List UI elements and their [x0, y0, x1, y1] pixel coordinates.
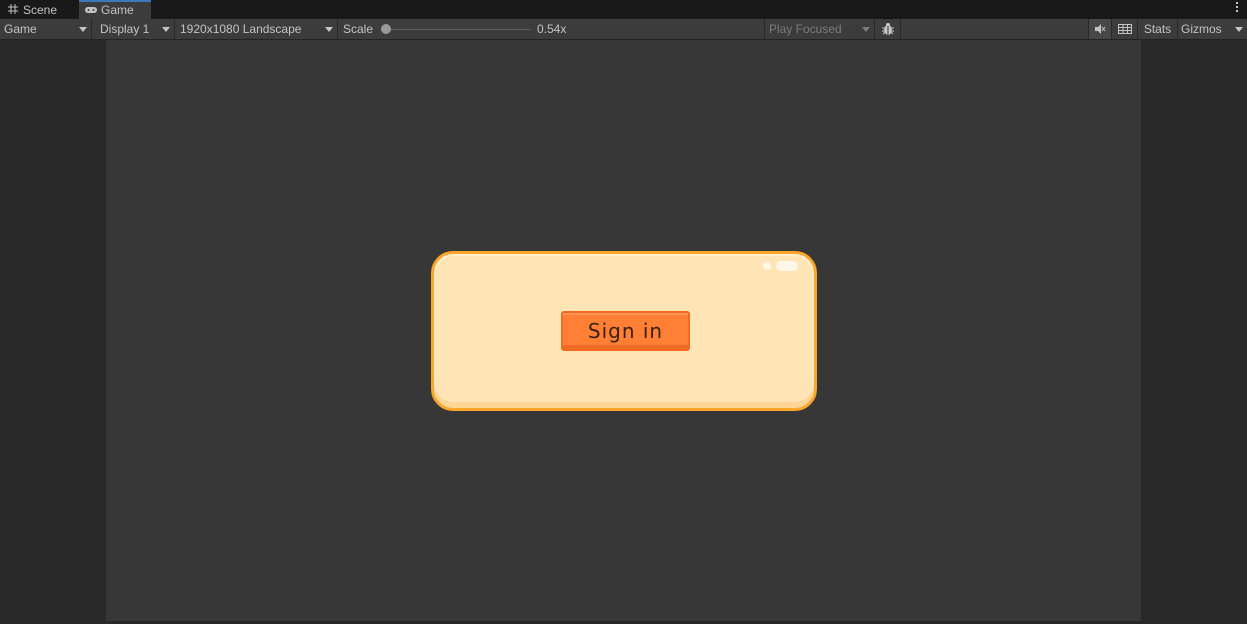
resolution-dropdown[interactable]: 1920x1080 Landscape [176, 19, 338, 39]
tab-scene-label: Scene [23, 3, 58, 17]
tab-game[interactable]: Game [79, 0, 151, 19]
chevron-down-icon [325, 27, 333, 32]
resolution-value: 1920x1080 Landscape [180, 22, 302, 36]
gizmos-label: Gizmos [1181, 22, 1222, 36]
chevron-down-icon [162, 27, 170, 32]
scale-value: 0.54x [537, 22, 567, 36]
scale-slider-thumb[interactable] [381, 24, 391, 34]
play-mode-value: Play Focused [769, 22, 842, 36]
debug-button[interactable] [875, 19, 901, 39]
grid-icon [8, 4, 18, 14]
gamepad-icon [85, 7, 97, 13]
sign-in-button[interactable]: Sign in [561, 311, 690, 351]
stats-button[interactable]: Stats [1138, 19, 1178, 39]
stats-label: Stats [1143, 22, 1172, 36]
display-dropdown[interactable]: Display 1 [96, 19, 175, 39]
panel-shine-dot [763, 262, 771, 270]
view-mode-dropdown[interactable]: Game [0, 19, 92, 39]
play-mode-dropdown[interactable]: Play Focused [764, 19, 875, 39]
layout-grid-icon [1117, 24, 1132, 34]
editor-tab-bar: Scene Game [0, 0, 1247, 19]
mute-audio-button[interactable] [1088, 19, 1112, 39]
gizmos-dropdown[interactable]: Gizmos [1178, 19, 1247, 39]
scale-label: Scale [343, 22, 374, 36]
tab-scene[interactable]: Scene [0, 0, 77, 19]
game-view-toolbar: Game Display 1 1920x1080 Landscape Scale… [0, 19, 1247, 40]
layout-grid-button[interactable] [1112, 19, 1138, 39]
chevron-down-icon [1235, 27, 1243, 32]
chevron-down-icon [79, 27, 87, 32]
display-value: Display 1 [100, 22, 150, 36]
chevron-down-icon [862, 27, 870, 32]
game-viewport: Sign in [106, 40, 1141, 621]
more-options-icon[interactable] [1235, 2, 1239, 16]
sign-in-panel: Sign in [431, 251, 817, 411]
panel-shine-bar [776, 261, 798, 271]
view-mode-value: Game [4, 22, 37, 36]
tab-game-label: Game [101, 3, 134, 17]
bug-icon [881, 23, 894, 35]
mute-audio-icon [1095, 24, 1106, 34]
scale-slider-track[interactable] [385, 29, 531, 30]
